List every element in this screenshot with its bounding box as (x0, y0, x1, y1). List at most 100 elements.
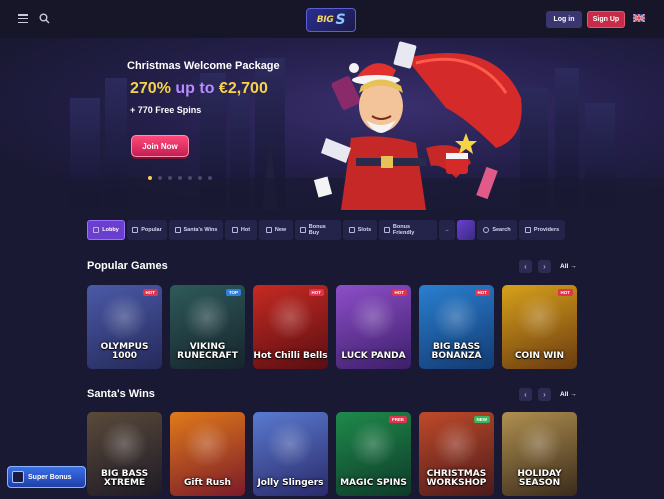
game-tile[interactable]: HOT COIN WIN (502, 285, 577, 369)
carousel-dots[interactable] (148, 176, 212, 180)
game-artwork (182, 295, 232, 339)
tab-bonus-friendly[interactable]: Bonus Friendly (379, 220, 437, 240)
slots-icon (348, 227, 355, 233)
tab-bonus-buy[interactable]: Bonus Buy (295, 220, 341, 240)
hero-bonus-amount: 270% up to €2,700 (130, 80, 268, 97)
tab-popular[interactable]: Popular (127, 220, 167, 240)
game-tile[interactable]: TOP VIKING RUNECRAFT (170, 285, 245, 369)
popular-all-link[interactable]: All → (560, 263, 577, 270)
category-bar: Lobby Popular Santa's Wins Hot New Bonus… (87, 219, 577, 241)
game-artwork (514, 422, 564, 466)
carousel-dot[interactable] (198, 176, 202, 180)
game-tile[interactable]: BIG BASS XTREME (87, 412, 162, 496)
santas-wins-title: Santa's Wins (87, 388, 155, 400)
game-artwork (431, 295, 481, 339)
chevron-left-icon: ‹ (524, 262, 527, 271)
search-icon (483, 227, 490, 233)
game-artwork (99, 295, 149, 339)
search-button[interactable]: Search (477, 220, 517, 240)
game-tile[interactable]: HOLIDAY SEASON (502, 412, 577, 496)
superhero-santa-illustration (313, 41, 522, 210)
lobby-icon (93, 227, 100, 233)
menu-icon[interactable] (18, 14, 28, 24)
category-divider (457, 220, 475, 240)
providers-button[interactable]: Providers (519, 220, 565, 240)
uk-flag-icon[interactable] (633, 14, 645, 22)
category-next-button[interactable]: → (439, 220, 455, 240)
carousel-dot[interactable] (148, 176, 152, 180)
search-icon[interactable] (39, 13, 50, 24)
arrow-right-icon: → (444, 227, 450, 233)
bonus-buy-icon (300, 227, 306, 233)
game-badge: HOT (474, 289, 490, 296)
game-title: Jolly Slingers (257, 478, 324, 488)
tab-new[interactable]: New (259, 220, 293, 240)
hero-free-spins: + 770 Free Spins (130, 105, 202, 115)
game-badge: HOT (391, 289, 407, 296)
tab-santas-wins[interactable]: Santa's Wins (169, 220, 223, 240)
game-tile[interactable]: HOT OLYMPUS 1000 (87, 285, 162, 369)
game-title: BIG BASS XTREME (100, 469, 149, 488)
fire-icon (231, 227, 238, 233)
signup-button[interactable]: Sign Up (587, 11, 625, 28)
game-title: CHRISTMAS WORKSHOP (426, 469, 487, 488)
logo[interactable]: BIG S (306, 8, 356, 32)
tab-slots[interactable]: Slots (343, 220, 377, 240)
carousel-dot[interactable] (178, 176, 182, 180)
game-tile[interactable]: HOT LUCK PANDA (336, 285, 411, 369)
game-badge: TOP (225, 289, 241, 296)
bonus-friendly-icon (384, 227, 390, 233)
game-title: HOLIDAY SEASON (517, 469, 562, 488)
santas-next-button[interactable]: › (538, 388, 551, 401)
game-tile[interactable]: FREE MAGIC SPINS (336, 412, 411, 496)
carousel-dot[interactable] (158, 176, 162, 180)
game-artwork (348, 422, 398, 466)
game-title: OLYMPUS 1000 (100, 342, 149, 361)
santas-all-link[interactable]: All → (560, 391, 577, 398)
login-button[interactable]: Log in (546, 11, 582, 28)
game-badge: HOT (308, 289, 324, 296)
game-artwork (265, 422, 315, 466)
game-title: Gift Rush (184, 478, 231, 488)
hero-title: Christmas Welcome Package (127, 60, 280, 72)
popular-games-title: Popular Games (87, 260, 168, 272)
carousel-dot[interactable] (208, 176, 212, 180)
providers-icon (524, 227, 531, 233)
game-tile[interactable]: HOT BIG BASS BONANZA (419, 285, 494, 369)
top-bar: BIG S Log in Sign Up (0, 0, 664, 38)
new-icon (265, 227, 272, 233)
game-tile[interactable]: HOT Hot Chilli Bells (253, 285, 328, 369)
join-now-button[interactable]: Join Now (131, 135, 189, 157)
popular-next-button[interactable]: › (538, 260, 551, 273)
game-badge: HOT (557, 289, 573, 296)
game-title: BIG BASS BONANZA (431, 342, 482, 361)
chevron-left-icon: ‹ (524, 390, 527, 399)
santas-prev-button[interactable]: ‹ (519, 388, 532, 401)
game-title: COIN WIN (514, 351, 565, 361)
carousel-dot[interactable] (168, 176, 172, 180)
chevron-right-icon: › (543, 262, 546, 271)
star-icon (132, 227, 139, 233)
game-tile[interactable]: Jolly Slingers (253, 412, 328, 496)
game-title: VIKING RUNECRAFT (177, 342, 238, 361)
game-tile[interactable]: Gift Rush (170, 412, 245, 496)
game-tile[interactable]: NEW CHRISTMAS WORKSHOP (419, 412, 494, 496)
chevron-right-icon: › (543, 390, 546, 399)
game-title: Hot Chilli Bells (253, 351, 328, 361)
popular-prev-button[interactable]: ‹ (519, 260, 532, 273)
carousel-dot[interactable] (188, 176, 192, 180)
game-artwork (431, 422, 481, 466)
tab-hot[interactable]: Hot (225, 220, 257, 240)
game-title: MAGIC SPINS (340, 478, 407, 488)
super-bonus-button[interactable]: Super Bonus (7, 466, 86, 488)
game-artwork (265, 295, 315, 339)
game-badge: HOT (142, 289, 158, 296)
game-title: LUCK PANDA (341, 351, 406, 361)
tab-lobby[interactable]: Lobby (87, 220, 125, 240)
gift-icon (12, 471, 24, 483)
popular-games-row: HOT OLYMPUS 1000 TOP VIKING RUNECRAFT HOT Hot… (87, 285, 577, 369)
hero-banner[interactable]: Christmas Welcome Package 270% up to €2,… (0, 38, 664, 210)
game-artwork (99, 422, 149, 466)
game-artwork (514, 295, 564, 339)
game-badge: NEW (473, 416, 490, 423)
